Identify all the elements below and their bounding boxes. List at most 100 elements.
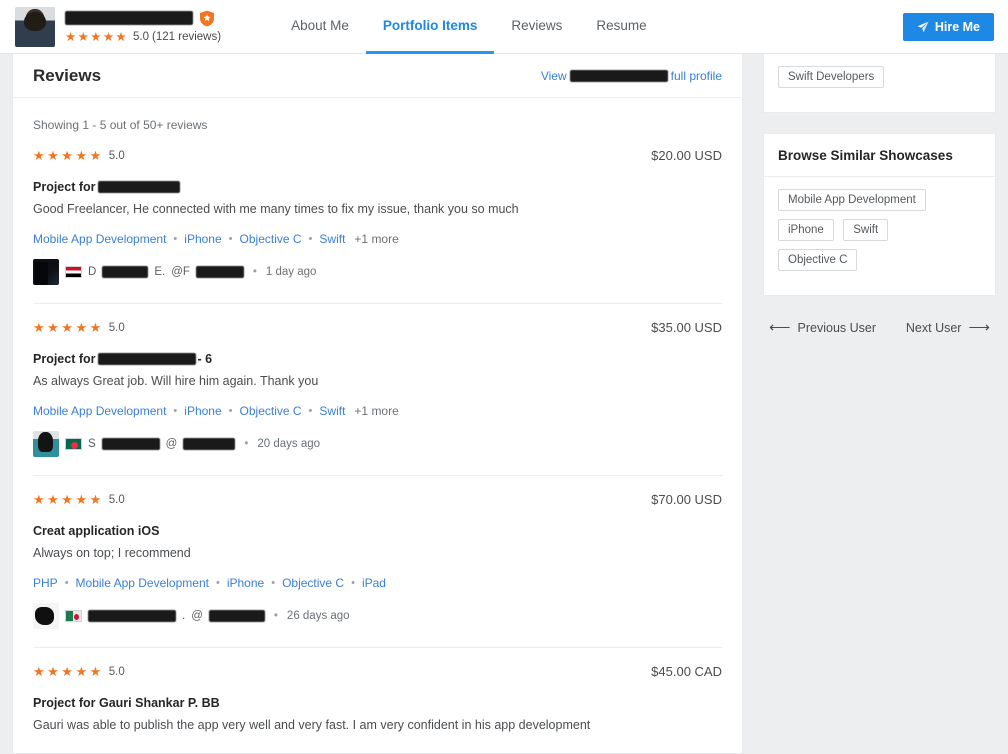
chip-iphone[interactable]: iPhone bbox=[778, 219, 834, 241]
view-full-profile-link[interactable]: View full profile bbox=[541, 69, 722, 83]
review-text: Good Freelancer, He connected with me ma… bbox=[33, 202, 519, 216]
review-author-name-redacted bbox=[102, 266, 149, 279]
review-item: ★★★★★ 5.0 $45.00 CAD Project for Gauri Shan… bbox=[33, 648, 722, 752]
review-timestamp: 26 days ago bbox=[286, 610, 350, 623]
review-timestamp: 1 day ago bbox=[265, 266, 317, 279]
review-price: $45.00 CAD bbox=[651, 664, 722, 680]
review-meta-separator: • bbox=[273, 610, 278, 623]
tag-separator: • bbox=[308, 405, 313, 418]
chip-mobile-app-development[interactable]: Mobile App Development bbox=[778, 189, 926, 211]
review-price: $20.00 USD bbox=[651, 148, 722, 163]
review-rating: ★★★★★ 5.0 bbox=[33, 665, 125, 678]
skill-tag-link[interactable]: Objective C bbox=[240, 404, 302, 418]
previous-user-link[interactable]: ⟵ Previous User bbox=[769, 320, 876, 335]
skill-tag-link[interactable]: iPad bbox=[362, 576, 386, 590]
tab-about-me[interactable]: About Me bbox=[274, 0, 366, 54]
chip-swift-developers[interactable]: Swift Developers bbox=[778, 66, 885, 88]
skill-tag-link[interactable]: Objective C bbox=[282, 576, 344, 590]
review-timestamp: 20 days ago bbox=[257, 438, 321, 451]
review-author-avatar[interactable] bbox=[33, 259, 59, 286]
browse-showcases-chips: Mobile App Development iPhone Swift Obje… bbox=[764, 177, 995, 295]
review-project-suffix: - 6 bbox=[197, 352, 213, 367]
tab-resume[interactable]: Resume bbox=[579, 0, 663, 54]
review-author-avatar[interactable] bbox=[33, 603, 59, 630]
review-score: 5.0 bbox=[108, 665, 125, 678]
review-project-title: Creat application iOS bbox=[33, 524, 722, 538]
tag-separator: • bbox=[308, 233, 313, 246]
review-summary-row: ★★★★★ 5.0 $20.00 USD bbox=[33, 148, 722, 163]
review-author-row: D E. @F • 1 day ago bbox=[33, 259, 722, 286]
avatar[interactable] bbox=[15, 6, 55, 47]
related-developers-chips: Swift Developers bbox=[764, 54, 995, 112]
rating-value: 5.0 bbox=[133, 31, 150, 43]
more-tags-link[interactable]: +1 more bbox=[354, 232, 398, 246]
review-stars: ★★★★★ bbox=[33, 664, 104, 680]
next-user-label: Next User bbox=[905, 320, 962, 335]
skill-tag-link[interactable]: Swift bbox=[319, 232, 345, 246]
review-score: 5.0 bbox=[108, 493, 125, 506]
skill-tag-link[interactable]: Mobile App Development bbox=[33, 404, 166, 418]
chip-objective-c[interactable]: Objective C bbox=[778, 249, 858, 271]
rating-stars: ★★★★★ bbox=[65, 29, 129, 44]
review-author-handle-redacted bbox=[183, 438, 236, 451]
tag-separator: • bbox=[228, 233, 233, 246]
profile-nav-tabs: About Me Portfolio Items Reviews Resume bbox=[274, 0, 664, 54]
review-author-avatar[interactable] bbox=[33, 431, 59, 458]
tag-separator: • bbox=[215, 577, 220, 590]
review-author-name-prefix: D bbox=[88, 266, 97, 279]
skill-tag-link[interactable]: PHP bbox=[33, 576, 58, 590]
skill-tag-link[interactable]: iPhone bbox=[184, 232, 221, 246]
review-project-prefix: Creat application iOS bbox=[33, 524, 160, 539]
shield-check-icon bbox=[199, 10, 215, 27]
tab-reviews[interactable]: Reviews bbox=[494, 0, 579, 54]
showing-count-text: Showing 1 - 5 out of 50+ reviews bbox=[33, 118, 208, 132]
more-tags-link[interactable]: +1 more bbox=[354, 404, 398, 418]
tag-separator: • bbox=[351, 577, 355, 590]
review-rating: ★★★★★ 5.0 bbox=[33, 493, 125, 506]
review-author-row: . @ • 26 days ago bbox=[33, 603, 722, 630]
arrow-right-icon: ⟶ bbox=[968, 319, 990, 336]
review-text: Gauri was able to publish the app very w… bbox=[33, 718, 591, 733]
review-author-handle-prefix: @F bbox=[171, 266, 190, 279]
review-text: Always on top; I recommend bbox=[33, 546, 191, 561]
review-author-name-prefix: S bbox=[88, 438, 96, 451]
browse-similar-showcases-card: Browse Similar Showcases Mobile App Deve… bbox=[763, 133, 996, 296]
next-user-link[interactable]: Next User ⟶ bbox=[906, 320, 990, 335]
review-project-prefix: Project for bbox=[33, 352, 96, 367]
view-profile-suffix: full profile bbox=[670, 68, 722, 83]
send-icon bbox=[917, 21, 929, 33]
showcase-chip-row-1: Mobile App Development bbox=[778, 189, 981, 219]
review-author-name-suffix: E. bbox=[154, 266, 166, 279]
review-stars: ★★★★★ bbox=[33, 148, 104, 163]
review-text: As always Great job. Will hire him again… bbox=[33, 374, 319, 389]
review-stars: ★★★★★ bbox=[33, 492, 104, 508]
review-project-title: Project for - 6 bbox=[33, 352, 722, 366]
review-summary-row: ★★★★★ 5.0 $35.00 USD bbox=[33, 320, 722, 335]
skill-tag-link[interactable]: iPhone bbox=[227, 576, 264, 590]
tag-separator: • bbox=[173, 233, 178, 246]
review-author-name-redacted bbox=[101, 438, 160, 451]
skill-tag-link[interactable]: Objective C bbox=[240, 232, 302, 246]
tab-portfolio-items[interactable]: Portfolio Items bbox=[365, 0, 495, 54]
view-profile-name-redacted bbox=[569, 69, 668, 82]
showcase-chip-row-2: iPhone Swift Objective C bbox=[778, 219, 981, 279]
profile-rating: ★★★★★ 5.0 (121 reviews) bbox=[65, 31, 221, 44]
review-rating: ★★★★★ 5.0 bbox=[33, 321, 125, 334]
avatar-photo bbox=[15, 6, 55, 47]
skill-tag-link[interactable]: Swift bbox=[319, 404, 345, 418]
profile-header: ★★★★★ 5.0 (121 reviews) About Me Portfol… bbox=[0, 0, 1008, 54]
skill-tag-link[interactable]: Mobile App Development bbox=[76, 576, 209, 590]
profile-identity: ★★★★★ 5.0 (121 reviews) bbox=[65, 10, 221, 44]
hire-me-button[interactable]: Hire Me bbox=[902, 13, 994, 41]
review-item: ★★★★★ 5.0 $20.00 USD Project for Good Freela… bbox=[33, 132, 722, 305]
review-author-handle-redacted bbox=[195, 266, 244, 279]
review-author-handle-prefix: @ bbox=[191, 610, 203, 623]
chip-swift[interactable]: Swift bbox=[843, 219, 889, 241]
review-author-handle-redacted bbox=[208, 610, 265, 623]
view-profile-prefix: View bbox=[540, 68, 567, 83]
related-developers-card: Swift Developers bbox=[763, 54, 996, 113]
skill-tag-link[interactable]: Mobile App Development bbox=[33, 232, 166, 246]
skill-tag-link[interactable]: iPhone bbox=[184, 404, 221, 418]
review-author-row: S @ • 20 days ago bbox=[33, 431, 722, 458]
review-price: $70.00 USD bbox=[651, 492, 722, 508]
